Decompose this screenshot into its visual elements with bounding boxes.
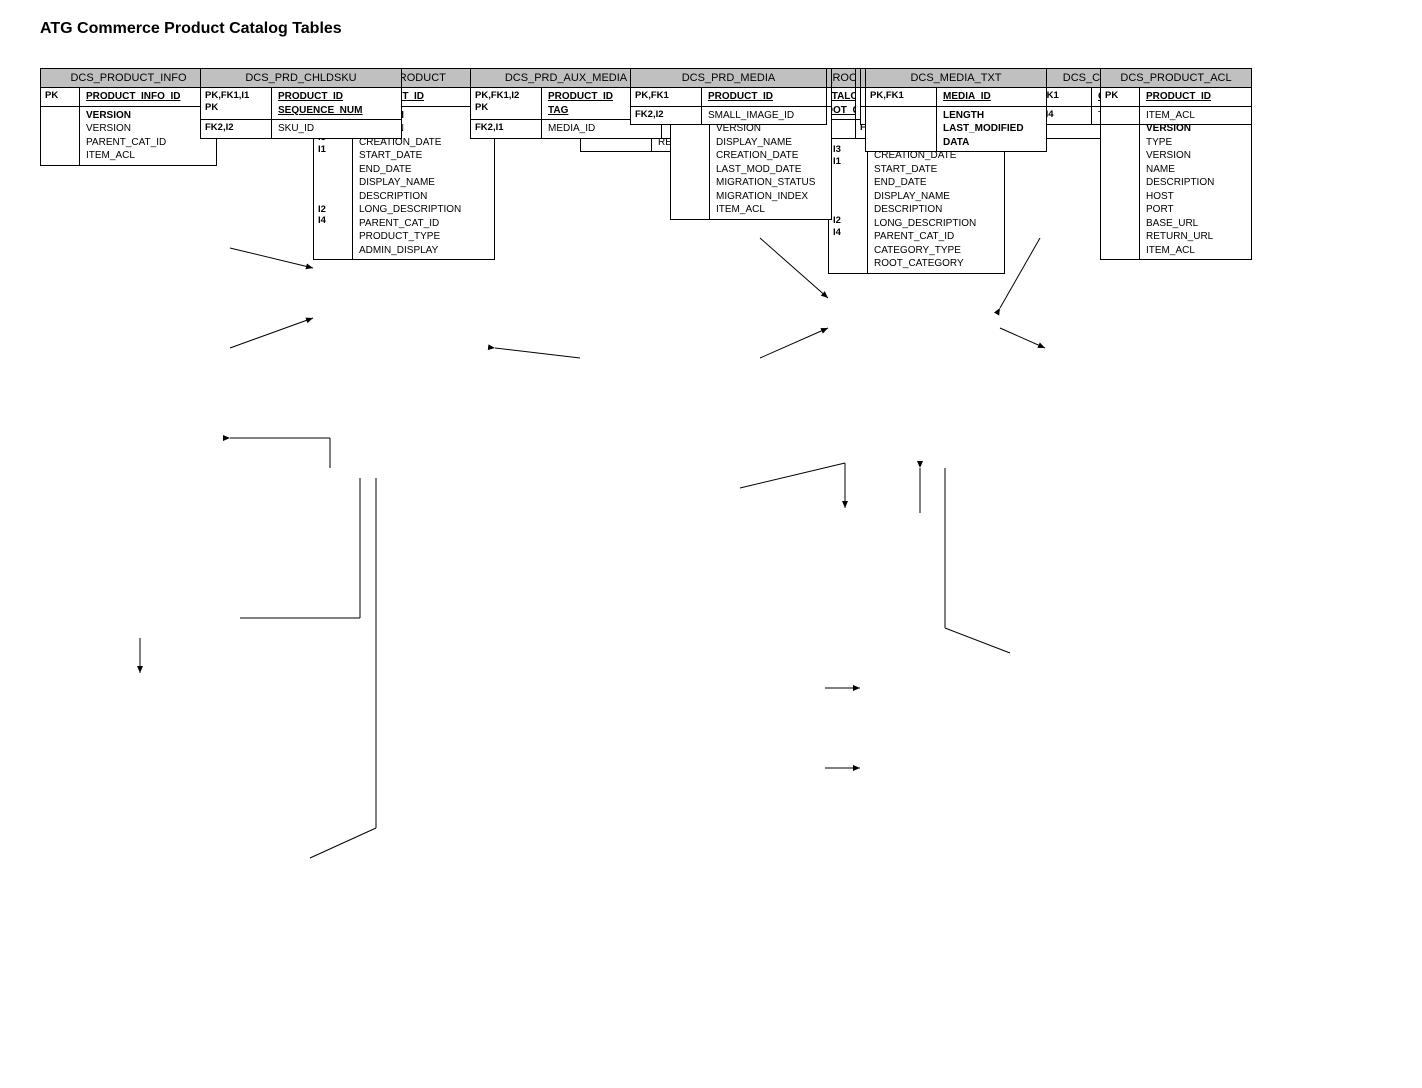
dcs-media-txt: DCS_MEDIA_TXT PK,FK1MEDIA_ID LENGTH LAST… — [865, 68, 1047, 152]
dcs-product-acl: DCS_PRODUCT_ACL PKPRODUCT_ID ITEM_ACL — [1100, 68, 1252, 125]
dcs-product-info: DCS_PRODUCT_INFO PKPRODUCT_INFO_ID VERSI… — [40, 68, 217, 166]
dcs-prd-media: DCS_PRD_MEDIA PK,FK1PRODUCT_ID FK2,I2SMA… — [630, 68, 827, 125]
erd-canvas: DCS_PRD_PRDINFO PK,FK1 PKPRODUCT_ID CATA… — [20, 68, 1400, 1068]
dcs-prd-chldsku: DCS_PRD_CHLDSKU PK,FK1,I1 PKPRODUCT_ID S… — [200, 68, 402, 139]
page-title: ATG Commerce Product Catalog Tables — [40, 20, 1402, 38]
